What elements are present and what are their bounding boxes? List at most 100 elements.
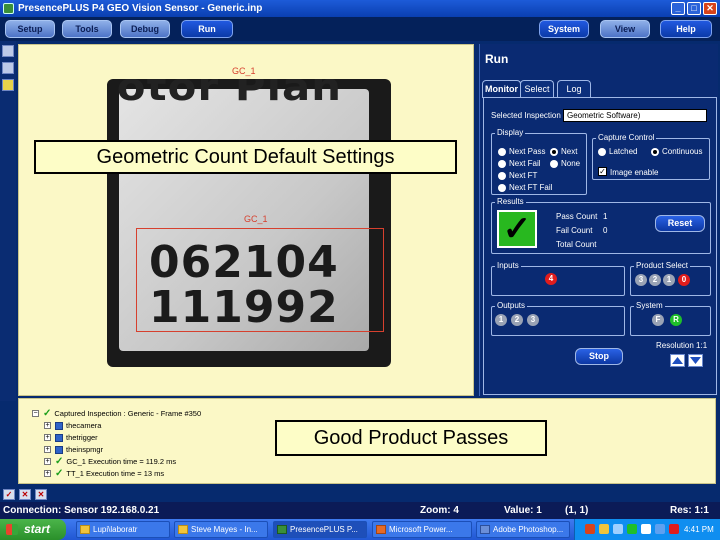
- capture-continuous-label: Continuous: [662, 147, 703, 156]
- capture-latched-radio[interactable]: [598, 148, 606, 156]
- close-button[interactable]: ✕: [703, 2, 717, 15]
- tray-messenger-icon[interactable]: [613, 524, 623, 534]
- collapse-toggle[interactable]: −: [32, 410, 39, 417]
- system-button[interactable]: System: [539, 20, 589, 38]
- run-panel-title: Run: [485, 52, 509, 66]
- run-button[interactable]: Run: [181, 20, 233, 38]
- photoshop-icon: [480, 525, 490, 534]
- pass-indicator: ✓: [497, 210, 537, 248]
- tray-antivirus-icon[interactable]: [669, 524, 679, 534]
- title-bar: PresencePLUS P4 GEO Vision Sensor - Gene…: [0, 0, 720, 17]
- callout-default-settings: Geometric Count Default Settings: [34, 140, 457, 174]
- product-select-3: 3: [635, 274, 647, 286]
- presenceplus-icon: [277, 525, 287, 534]
- callout-good-product: Good Product Passes: [275, 420, 547, 456]
- check-icon: ✓: [43, 408, 52, 419]
- tools-button[interactable]: Tools: [62, 20, 112, 38]
- stop-button[interactable]: Stop: [575, 348, 623, 365]
- system-group-label: System: [634, 301, 665, 310]
- expand-toggle[interactable]: +: [44, 446, 51, 453]
- tree-row-label: thecamera: [66, 421, 102, 430]
- scroll-down-button[interactable]: [688, 354, 703, 367]
- resolution-label: Resolution 1:1: [656, 341, 708, 350]
- capture-latched-label: Latched: [609, 147, 638, 156]
- start-label: start: [24, 522, 51, 536]
- total-count-label: Total Count: [556, 240, 597, 249]
- start-button[interactable]: start: [0, 519, 66, 540]
- display-group-label: Display: [495, 128, 526, 137]
- check-icon: ✓: [55, 456, 64, 467]
- display-next-ft-fail-radio[interactable]: [498, 184, 506, 192]
- taskbar-item-label: Lupi\laboratr: [93, 525, 138, 534]
- taskbar-item[interactable]: Steve Mayes - In...: [174, 521, 268, 538]
- scroll-up-button[interactable]: [670, 354, 685, 367]
- display-next-pass-radio[interactable]: [498, 148, 506, 156]
- folder-icon: [80, 525, 90, 534]
- taskbar-item[interactable]: Lupi\laboratr: [76, 521, 170, 538]
- connection-status: Connection: Sensor 192.168.0.21: [3, 505, 160, 516]
- debug-button[interactable]: Debug: [120, 20, 170, 38]
- tray-security-icon[interactable]: [599, 524, 609, 534]
- email-icon: [178, 525, 188, 534]
- tab-log[interactable]: Log: [557, 80, 591, 98]
- tree-row[interactable]: − ✓ Captured Inspection : Generic - Fram…: [32, 408, 201, 419]
- tree-row[interactable]: + thetrigger: [44, 432, 98, 443]
- tree-row[interactable]: + ✓ GC_1 Execution time = 119.2 ms: [44, 456, 176, 467]
- taskbar-item[interactable]: Adobe Photoshop...: [476, 521, 570, 538]
- display-next-ft-fail-label: Next FT Fail: [509, 183, 553, 192]
- expand-toggle[interactable]: +: [44, 458, 51, 465]
- expand-toggle[interactable]: +: [44, 434, 51, 441]
- fail-filter-icon[interactable]: ✕: [19, 489, 31, 500]
- display-next-fail-radio[interactable]: [498, 160, 506, 168]
- tree-row[interactable]: + theinspmgr: [44, 444, 103, 455]
- tree-row[interactable]: + ✓ TT_1 Execution time = 13 ms: [44, 468, 164, 479]
- tray-network-icon[interactable]: [585, 524, 595, 534]
- minimize-button[interactable]: _: [671, 2, 685, 15]
- coords-status: (1, 1): [565, 505, 589, 516]
- help-button[interactable]: Help: [660, 20, 712, 38]
- tab-select[interactable]: Select: [520, 80, 554, 98]
- expand-toggle[interactable]: +: [44, 422, 51, 429]
- display-next-label: Next: [561, 147, 578, 156]
- reset-button[interactable]: Reset: [655, 215, 705, 232]
- capture-continuous-radio[interactable]: [651, 148, 659, 156]
- selected-inspection-field[interactable]: Geometric Software): [563, 109, 707, 122]
- setup-button[interactable]: Setup: [5, 20, 55, 38]
- display-next-ft-radio[interactable]: [498, 172, 506, 180]
- display-next-radio[interactable]: [550, 148, 558, 156]
- roi-rectangle[interactable]: [136, 228, 384, 332]
- taskbar-item[interactable]: PresencePLUS P...: [273, 521, 367, 538]
- tray-volume-icon[interactable]: [641, 524, 651, 534]
- zoom-icon[interactable]: [2, 45, 14, 57]
- pass-filter-icon[interactable]: ✓: [3, 489, 15, 500]
- taskbar-item[interactable]: Microsoft Power...: [372, 521, 472, 538]
- product-select-label: Product Select: [634, 261, 691, 270]
- value-status: Value: 1: [504, 505, 542, 516]
- selected-inspection-label: Selected Inspection: [491, 111, 561, 120]
- system-r-indicator: R: [670, 314, 682, 326]
- view-button[interactable]: View: [600, 20, 650, 38]
- tray-display-icon[interactable]: [655, 524, 665, 534]
- tree-row[interactable]: + thecamera: [44, 420, 101, 431]
- display-next-pass-label: Next Pass: [509, 147, 546, 156]
- tree-row-label: theinspmgr: [66, 445, 104, 454]
- results-group-label: Results: [495, 197, 526, 206]
- outputs-group-label: Outputs: [495, 301, 528, 310]
- tree-row-label: Captured Inspection : Generic - Frame #3…: [54, 409, 202, 418]
- capture-control-label: Capture Control: [596, 133, 657, 142]
- res-status: Res: 1:1: [670, 505, 709, 516]
- image-enable-checkbox[interactable]: ✓: [598, 167, 607, 176]
- image-enable-label: Image enable: [610, 168, 659, 177]
- clear-icon[interactable]: ✕: [35, 489, 47, 500]
- tray-update-icon[interactable]: [627, 524, 637, 534]
- expand-toggle[interactable]: +: [44, 470, 51, 477]
- maximize-button[interactable]: □: [687, 2, 701, 15]
- pointer-icon[interactable]: [2, 79, 14, 91]
- input-4-indicator: 4: [545, 273, 557, 285]
- tree-row-label: TT_1 Execution time = 13 ms: [66, 469, 165, 478]
- product-select-0: 0: [678, 274, 690, 286]
- grid-icon[interactable]: [2, 62, 14, 74]
- tab-monitor[interactable]: Monitor: [482, 80, 521, 98]
- display-none-radio[interactable]: [550, 160, 558, 168]
- taskbar-item-label: PresencePLUS P...: [290, 525, 358, 534]
